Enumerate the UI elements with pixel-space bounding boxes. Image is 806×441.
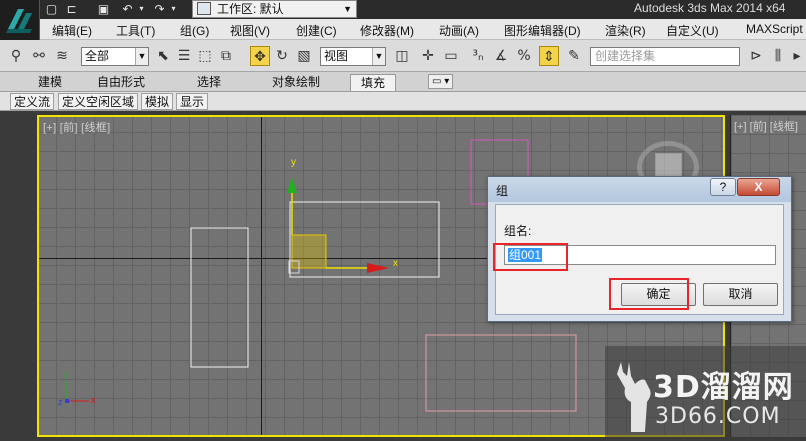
menu-animation[interactable]: 动画(A) xyxy=(439,22,479,39)
edit-named-selection-icon[interactable]: ✎ xyxy=(564,46,584,66)
unlink-icon[interactable]: ⚯ xyxy=(29,46,49,66)
menu-maxscript[interactable]: MAXScript xyxy=(746,22,803,36)
ribbon-options-button[interactable]: ▭ ▾ xyxy=(428,74,454,89)
dialog-titlebar[interactable]: 组 ? X xyxy=(488,177,791,202)
reference-coord-value: 视图 xyxy=(324,49,349,63)
main-toolbar: ⚲ ⚯ ≋ 全部 ▼ ⬉ ☰ ⬚ ⧉ ✥ ↻ ▧ 视图 ▼ ◫ ✛ ▭ ³ₙ ∡… xyxy=(0,40,806,72)
chevron-down-icon: ▼ xyxy=(343,4,352,14)
3ds-max-logo-icon xyxy=(6,9,32,33)
workspace-icon xyxy=(197,2,211,15)
angle-snap-icon[interactable]: ∡ xyxy=(491,46,511,66)
menu-edit[interactable]: 编辑(E) xyxy=(52,22,92,39)
select-and-move-icon[interactable]: ✥ xyxy=(250,46,270,66)
object-rectangle-left xyxy=(190,227,249,368)
sub-tabs: 定义流 定义空闲区域 模拟 显示 xyxy=(0,92,806,111)
menu-rendering[interactable]: 渲染(R) xyxy=(605,22,646,39)
select-manipulate-icon[interactable]: ✛ xyxy=(418,46,438,66)
watermark-url: 3D66.COM xyxy=(655,404,781,429)
menu-group[interactable]: 组(G) xyxy=(180,22,209,39)
percent-snap-icon[interactable]: % xyxy=(514,46,534,66)
link-icon[interactable]: ⚲ xyxy=(6,46,26,66)
workspace-selector[interactable]: 工作区: 默认 ▼ xyxy=(192,0,357,18)
chevron-down-icon: ▼ xyxy=(135,48,148,65)
highlight-ok-button xyxy=(609,278,689,310)
cancel-button[interactable]: 取消 xyxy=(703,283,778,306)
menu-customize[interactable]: 自定义(U) xyxy=(666,22,719,39)
new-file-icon[interactable]: ▢ xyxy=(44,2,59,16)
menu-modifiers[interactable]: 修改器(M) xyxy=(360,22,414,39)
open-file-icon[interactable]: ⊏ xyxy=(64,2,79,16)
pivot-center-icon[interactable]: ◫ xyxy=(392,46,412,66)
toolbar-overflow-icon[interactable]: ▸ xyxy=(790,46,804,66)
ribbon-tabs: 建模 自由形式 选择 对象绘制 填充 ▭ ▾ xyxy=(0,72,806,92)
menu-create[interactable]: 创建(C) xyxy=(296,22,337,39)
title-bar: ▢ ⊏ ▣ ↶ ▾ ↷ ▾ 工作区: 默认 ▼ Autodesk 3ds Max… xyxy=(0,0,806,19)
chevron-down-icon: ▼ xyxy=(372,48,385,65)
move-gizmo-plane xyxy=(291,234,327,269)
object-rectangle-pink-bottom xyxy=(425,334,577,412)
subtab-display[interactable]: 显示 xyxy=(176,93,209,110)
select-object-icon[interactable]: ⬉ xyxy=(153,46,173,66)
tab-freeform[interactable]: 自由形式 xyxy=(97,74,145,91)
close-button[interactable]: X xyxy=(737,178,780,196)
corner-z-label: z xyxy=(58,397,63,407)
deer-logo-icon xyxy=(617,362,651,432)
menu-graph-editors[interactable]: 图形编辑器(D) xyxy=(504,22,581,39)
spinner-snap-icon[interactable]: ⇕ xyxy=(539,46,559,66)
tab-modeling[interactable]: 建模 xyxy=(38,74,62,91)
subtab-define-idle-areas[interactable]: 定义空闲区域 xyxy=(58,93,139,110)
align-icon[interactable]: ⫼ xyxy=(768,46,788,66)
keyboard-shortcut-icon[interactable]: ▭ xyxy=(441,46,461,66)
bind-space-warp-icon[interactable]: ≋ xyxy=(52,46,72,66)
workspace-label: 工作区: 默认 xyxy=(217,2,284,16)
rectangular-region-icon[interactable]: ⬚ xyxy=(195,46,215,66)
right-viewport-label[interactable]: [+] [前] [线框] xyxy=(734,118,798,134)
undo-icon[interactable]: ↶ xyxy=(120,2,135,16)
selection-filter-value: 全部 xyxy=(85,49,110,63)
gizmo-x-label: x xyxy=(393,258,398,269)
select-and-rotate-icon[interactable]: ↻ xyxy=(272,46,292,66)
tab-populate[interactable]: 填充 xyxy=(350,74,397,91)
highlight-group-name xyxy=(493,243,568,271)
app-logo-button[interactable] xyxy=(0,0,40,40)
selection-filter-dropdown[interactable]: 全部 ▼ xyxy=(81,47,149,66)
gizmo-y-label: y xyxy=(291,157,296,168)
redo-dropdown-icon[interactable]: ▾ xyxy=(166,2,181,16)
save-icon[interactable]: ▣ xyxy=(96,2,111,16)
menu-bar: 编辑(E) 工具(T) 组(G) 视图(V) 创建(C) 修改器(M) 动画(A… xyxy=(40,19,806,40)
snaps-toggle-icon[interactable]: ³ₙ xyxy=(468,46,488,66)
named-selection-input[interactable]: 创建选择集 xyxy=(590,47,740,66)
watermark-title: 3D溜溜网 xyxy=(653,370,794,405)
tab-object-paint[interactable]: 对象绘制 xyxy=(272,74,320,91)
corner-x-label: x xyxy=(91,395,96,405)
help-button[interactable]: ? xyxy=(710,178,736,196)
corner-axis-z xyxy=(65,399,69,403)
watermark: 3D溜溜网 3D66.COM xyxy=(605,346,806,441)
move-gizmo-x-arrow xyxy=(367,263,389,273)
select-by-name-icon[interactable]: ☰ xyxy=(174,46,194,66)
menu-views[interactable]: 视图(V) xyxy=(230,22,270,39)
undo-dropdown-icon[interactable]: ▾ xyxy=(134,2,149,16)
select-and-scale-icon[interactable]: ▧ xyxy=(294,46,314,66)
menu-tools[interactable]: 工具(T) xyxy=(116,22,155,39)
dialog-title: 组 xyxy=(496,184,509,198)
window-crossing-icon[interactable]: ⧉ xyxy=(216,46,236,66)
redo-icon[interactable]: ↷ xyxy=(152,2,167,16)
corner-y-label: y xyxy=(64,369,69,379)
move-gizmo-y-arrow xyxy=(287,177,297,193)
tab-selection[interactable]: 选择 xyxy=(197,74,221,91)
subtab-simulate[interactable]: 模拟 xyxy=(141,93,174,110)
mirror-icon[interactable]: ⊳ xyxy=(746,46,766,66)
subtab-define-flows[interactable]: 定义流 xyxy=(10,93,55,110)
app-title: Autodesk 3ds Max 2014 x64 xyxy=(634,1,786,15)
reference-coord-dropdown[interactable]: 视图 ▼ xyxy=(320,47,386,66)
group-name-label: 组名: xyxy=(504,224,532,238)
